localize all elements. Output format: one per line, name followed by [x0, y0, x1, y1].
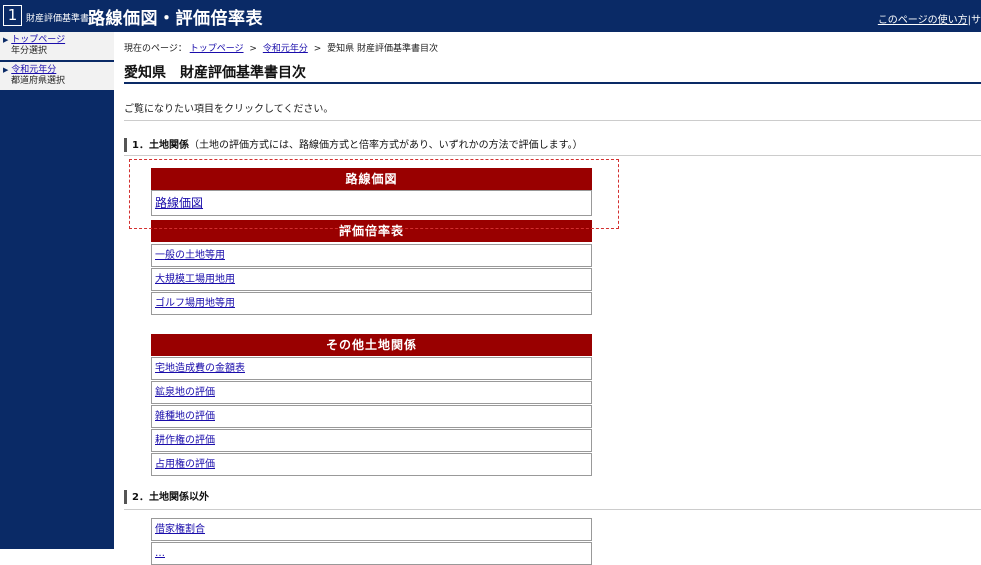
- link-golf[interactable]: ゴルフ場用地等用: [155, 298, 235, 309]
- link-occupancy[interactable]: 占用権の評価: [155, 459, 215, 470]
- group-header-rosenka: 路線価図: [151, 168, 592, 190]
- link-land-development-cost[interactable]: 宅地造成費の金額表: [155, 363, 245, 374]
- sidebar-item-year: ▶ 令和元年分 都道府県選択: [0, 62, 114, 92]
- site-header: 1 財産評価基準書 路線価図・評価倍率表 このページの使い方|サ: [0, 0, 981, 32]
- section-bar: [124, 138, 127, 152]
- list-item: 占用権の評価: [151, 453, 592, 476]
- list-item: …: [151, 542, 592, 565]
- breadcrumb-current: 愛知県 財産評価基準書目次: [327, 44, 439, 54]
- link-leasehold-ratio[interactable]: 借家権割合: [155, 524, 205, 535]
- divider: [124, 120, 981, 121]
- logo-subtitle: 財産評価基準書: [26, 14, 90, 24]
- sidebar-link-top[interactable]: トップページ: [11, 35, 65, 45]
- list-item: 耕作権の評価: [151, 429, 592, 452]
- header-links: このページの使い方|サ: [878, 11, 981, 26]
- link-cut-off[interactable]: …: [155, 548, 165, 559]
- breadcrumb-sep: >: [313, 44, 322, 54]
- list-item: 鉱泉地の評価: [151, 381, 592, 404]
- link-large-factory[interactable]: 大規模工場用地用: [155, 274, 235, 285]
- link-general-land[interactable]: 一般の土地等用: [155, 250, 225, 261]
- breadcrumb-prefix: 現在のページ：: [124, 44, 187, 54]
- sidebar-item-top: ▶ トップページ 年分選択: [0, 32, 114, 62]
- list-item: 路線価図: [151, 190, 592, 216]
- help-link[interactable]: このページの使い方: [878, 15, 968, 26]
- divider: [124, 155, 981, 156]
- logo-number: 1: [3, 5, 22, 26]
- section-heading-non-land: 2．土地関係以外: [124, 488, 209, 504]
- section-note: （土地の評価方式には、路線価方式と倍率方式があり、いずれかの方法で評価します。）: [188, 140, 583, 151]
- breadcrumb-top-link[interactable]: トップページ: [190, 44, 244, 54]
- link-tenancy[interactable]: 耕作権の評価: [155, 435, 215, 446]
- breadcrumb: 現在のページ： トップページ > 令和元年分 > 愛知県 財産評価基準書目次: [124, 41, 438, 54]
- group-header-bairitsu: 評価倍率表: [151, 220, 592, 242]
- breadcrumb-sep: >: [249, 44, 257, 54]
- site-title: 路線価図・評価倍率表: [88, 9, 263, 29]
- page-title: 愛知県 財産評価基準書目次: [124, 65, 306, 81]
- group-header-other: その他土地関係: [151, 334, 592, 356]
- intro-text: ご覧になりたい項目をクリックしてください。: [124, 104, 334, 115]
- breadcrumb-year-link[interactable]: 令和元年分: [263, 44, 308, 54]
- section-label: 1．土地関係: [132, 140, 189, 151]
- list-item: 大規模工場用地用: [151, 268, 592, 291]
- header-link-sep: |サ: [967, 15, 981, 26]
- link-misc-land[interactable]: 雑種地の評価: [155, 411, 215, 422]
- link-mineral-spring[interactable]: 鉱泉地の評価: [155, 387, 215, 398]
- section-label: 2．土地関係以外: [132, 492, 209, 503]
- title-divider: [124, 82, 981, 84]
- triangle-right-icon: ▶: [3, 36, 9, 44]
- list-item: 雑種地の評価: [151, 405, 592, 428]
- section-heading-land: 1．土地関係（土地の評価方式には、路線価方式と倍率方式があり、いずれかの方法で評…: [124, 136, 583, 152]
- section-bar: [124, 490, 127, 504]
- sidebar-sub-label: 年分選択: [11, 46, 48, 56]
- list-item: 借家権割合: [151, 518, 592, 541]
- list-item: ゴルフ場用地等用: [151, 292, 592, 315]
- divider: [124, 509, 981, 510]
- list-item: 一般の土地等用: [151, 244, 592, 267]
- list-item: 宅地造成費の金額表: [151, 357, 592, 380]
- sidebar-sub-label: 都道府県選択: [11, 76, 66, 86]
- sidebar: ▶ トップページ 年分選択 ▶ 令和元年分 都道府県選択: [0, 32, 114, 549]
- sidebar-link-year[interactable]: 令和元年分: [11, 65, 56, 75]
- main-content: 現在のページ： トップページ > 令和元年分 > 愛知県 財産評価基準書目次 愛…: [114, 32, 981, 565]
- link-rosenka[interactable]: 路線価図: [155, 196, 203, 210]
- triangle-right-icon: ▶: [3, 66, 9, 74]
